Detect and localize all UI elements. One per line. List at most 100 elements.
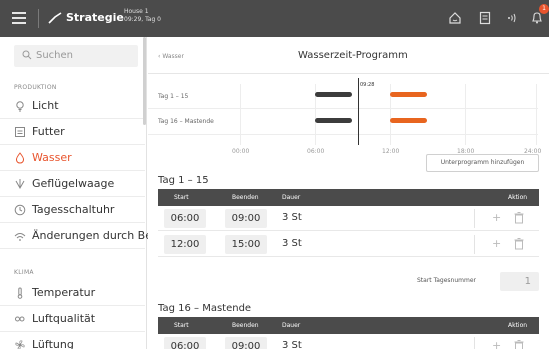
trash-icon[interactable] xyxy=(514,238,524,250)
timeline-gridline xyxy=(148,134,538,135)
header-action: Aktion xyxy=(508,322,528,329)
section-production-label: PRODUKTION xyxy=(14,84,57,91)
table2-title: Tag 16 – Mastende xyxy=(158,303,252,314)
trend-icon xyxy=(48,12,62,24)
start-time-field[interactable]: 06:00 xyxy=(164,337,206,349)
clock-icon xyxy=(14,204,26,216)
sidebar-item-label: Lüftung xyxy=(32,338,74,349)
sidebar-item-aenderungen[interactable]: Änderungen durch Be... xyxy=(0,223,163,248)
wifi-icon xyxy=(14,233,26,241)
sidebar-item-label: Wasser xyxy=(32,151,72,164)
timeline-gridline xyxy=(148,108,538,109)
end-time-field[interactable]: 09:00 xyxy=(225,209,267,228)
header-action: Aktion xyxy=(508,194,528,201)
header-start: Start xyxy=(174,194,189,201)
section-climate-label: KLIMA xyxy=(14,269,34,276)
add-subprogram-button[interactable]: Unterprogramm hinzufügen xyxy=(426,154,539,172)
divider xyxy=(0,248,145,249)
sidebar: Suchen PRODUKTION Licht Futter Wasser Ge… xyxy=(0,37,163,349)
plus-icon[interactable]: + xyxy=(492,237,501,250)
sidebar-item-licht[interactable]: Licht xyxy=(0,93,145,118)
timeline-tick: 06:00 xyxy=(307,148,325,155)
table-row: 12:00 15:00 3 St + xyxy=(158,232,539,257)
end-time-field[interactable]: 15:00 xyxy=(225,235,267,254)
document-icon[interactable] xyxy=(478,11,492,25)
thermometer-icon xyxy=(17,287,23,299)
table-row: 06:00 09:00 3 St + xyxy=(158,206,539,231)
duration-value: 3 St xyxy=(282,340,302,349)
header-start: Start xyxy=(174,322,189,329)
timeline-bar-row1-past xyxy=(315,92,352,97)
divider xyxy=(38,9,39,28)
divider xyxy=(474,235,475,254)
header-end: Beenden xyxy=(232,322,259,329)
plus-icon[interactable]: + xyxy=(492,211,501,224)
sidebar-item-label: Futter xyxy=(32,125,65,138)
sidebar-item-label: Geflügelwaage xyxy=(32,177,115,190)
timeline-bar-row2-past xyxy=(315,118,352,123)
start-day-input[interactable]: 1 xyxy=(500,272,539,291)
table-row: 06:00 09:00 3 St + xyxy=(158,334,539,349)
main-content: ‹ Wasser Wasserzeit-Programm Tag 1 – 15 … xyxy=(148,37,549,349)
table2-header: Start Beenden Dauer Aktion xyxy=(158,317,539,334)
top-bar: Strategie House 1 09:29, Tag 0 1 xyxy=(0,0,549,37)
fan-icon xyxy=(15,340,25,349)
start-day-label: Start Tagesnummer xyxy=(417,277,476,284)
sidebar-item-wasser[interactable]: Wasser xyxy=(0,145,145,170)
house-name: House 1 xyxy=(124,8,149,15)
table1-title: Tag 1 – 15 xyxy=(158,175,209,186)
current-time-label: 09:28 xyxy=(360,82,375,88)
table1-header: Start Beenden Dauer Aktion xyxy=(158,189,539,206)
trash-icon[interactable] xyxy=(514,212,524,224)
sidebar-item-label: Licht xyxy=(32,99,59,112)
divider xyxy=(474,209,475,228)
water-drop-icon xyxy=(15,152,25,164)
app-title: Strategie xyxy=(66,11,124,24)
sidebar-item-tagesschaltuhr[interactable]: Tagesschaltuhr xyxy=(0,197,145,222)
current-time-line xyxy=(358,78,359,145)
search-placeholder: Suchen xyxy=(36,50,74,61)
timeline-gridline xyxy=(536,84,537,145)
timeline-row-label: Tag 1 – 15 xyxy=(158,93,189,100)
sidebar-item-label: Temperatur xyxy=(32,286,96,299)
start-time-field[interactable]: 06:00 xyxy=(164,209,206,228)
sidebar-item-lueftung[interactable]: Lüftung xyxy=(0,332,145,349)
plus-icon[interactable]: + xyxy=(492,339,501,349)
timeline-gridline xyxy=(465,84,466,145)
sidebar-item-label: Luftqualität xyxy=(32,312,96,325)
search-icon xyxy=(22,50,32,60)
page-title: Wasserzeit-Programm xyxy=(298,50,408,61)
sidebar-item-luftqualitaet[interactable]: Luftqualität xyxy=(0,306,145,331)
search-input[interactable]: Suchen xyxy=(14,45,138,67)
home-icon[interactable] xyxy=(448,11,462,25)
header-duration: Dauer xyxy=(282,322,301,329)
sidebar-item-temperatur[interactable]: Temperatur xyxy=(0,280,145,305)
signal-icon[interactable] xyxy=(505,11,519,25)
timeline-row-label: Tag 16 – Mastende xyxy=(158,118,214,125)
duration-value: 3 St xyxy=(282,238,302,249)
co2-icon xyxy=(15,316,25,322)
sidebar-item-label: Änderungen durch Be... xyxy=(32,229,163,242)
bulb-icon xyxy=(16,101,24,112)
trash-icon[interactable] xyxy=(514,340,524,349)
menu-icon[interactable] xyxy=(12,12,26,24)
timeline-tick: 00:00 xyxy=(232,148,250,155)
end-time-field[interactable]: 09:00 xyxy=(225,337,267,349)
start-time-field[interactable]: 12:00 xyxy=(164,235,206,254)
sidebar-scrollbar[interactable] xyxy=(143,37,146,125)
header-end: Beenden xyxy=(232,194,259,201)
feed-icon xyxy=(15,127,25,137)
timeline-bar-row2-upcoming xyxy=(390,118,427,123)
timeline-tick: 12:00 xyxy=(382,148,400,155)
back-label: Wasser xyxy=(162,53,184,60)
house-date: 09:29, Tag 0 xyxy=(124,16,161,23)
scale-icon xyxy=(15,179,25,190)
sidebar-item-futter[interactable]: Futter xyxy=(0,119,145,144)
divider xyxy=(474,337,475,349)
timeline-bar-row1-upcoming xyxy=(390,92,427,97)
back-link[interactable]: ‹ Wasser xyxy=(158,53,184,60)
duration-value: 3 St xyxy=(282,212,302,223)
sidebar-item-gefluegelwaage[interactable]: Geflügelwaage xyxy=(0,171,145,196)
house-info: House 1 09:29, Tag 0 xyxy=(124,8,161,24)
notification-badge: 1 xyxy=(539,4,549,14)
